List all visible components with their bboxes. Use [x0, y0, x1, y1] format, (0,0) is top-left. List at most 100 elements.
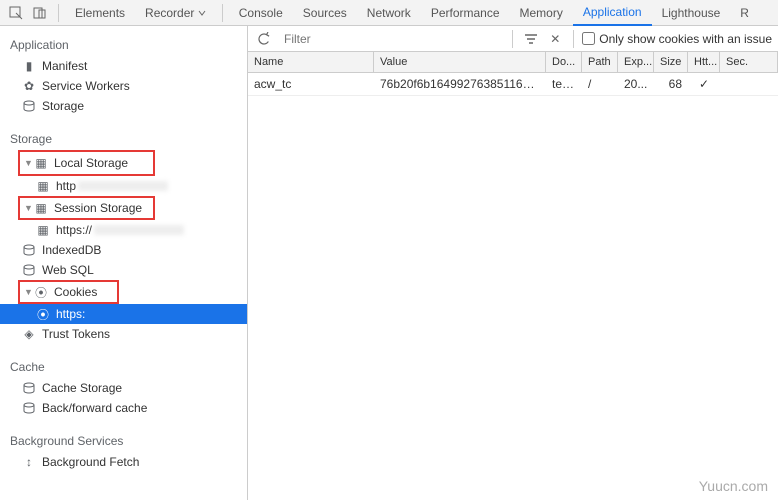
label: http [56, 179, 76, 193]
label: Trust Tokens [42, 327, 110, 341]
gear-icon: ✿ [22, 79, 36, 93]
sidebar-item-trust-tokens[interactable]: ◈ Trust Tokens [0, 324, 247, 344]
cell-value: 76b20f6b16499276385116482... [374, 73, 546, 95]
cookies-toolbar: ✕ Only show cookies with an issue [248, 26, 778, 52]
filter-options-icon[interactable] [521, 29, 541, 49]
inspect-icon[interactable] [8, 5, 24, 21]
tab-overflow[interactable]: R [730, 1, 759, 25]
tab-sources[interactable]: Sources [293, 1, 357, 25]
sidebar-item-local-storage[interactable]: ▼▦ Local Storage [20, 153, 153, 173]
label: Back/forward cache [42, 401, 147, 415]
section-application: Application [0, 32, 247, 56]
cookies-table-header: Name Value Do... Path Exp... Size Htt...… [248, 52, 778, 73]
only-issues-checkbox[interactable]: Only show cookies with an issue [582, 32, 772, 46]
cell-secure [720, 73, 778, 95]
sidebar: Application ▮ Manifest ✿ Service Workers S… [0, 26, 248, 500]
label: IndexedDB [42, 243, 101, 257]
separator [512, 30, 513, 48]
cell-path: / [582, 73, 618, 95]
tab-application[interactable]: Application [573, 0, 652, 26]
grid-icon: ▦ [36, 223, 50, 237]
sidebar-item-indexeddb[interactable]: IndexedDB [0, 240, 247, 260]
separator [58, 4, 59, 22]
device-icon[interactable] [32, 5, 48, 21]
devtools-tabbar: Elements Recorder Console Sources Networ… [0, 0, 778, 26]
sidebar-item-storage[interactable]: Storage [0, 96, 247, 116]
section-background: Background Services [0, 428, 247, 452]
chevron-down-icon: ▼ [24, 203, 32, 213]
storage-icon [22, 263, 36, 277]
th-size[interactable]: Size [654, 52, 688, 72]
main-panel: Application ▮ Manifest ✿ Service Workers S… [0, 26, 778, 500]
storage-icon [22, 99, 36, 113]
sidebar-item-cookies[interactable]: ▼⦿Cookies [20, 282, 117, 302]
label: Service Workers [42, 79, 130, 93]
sidebar-item-cookies-origin[interactable]: ⦿ https: [0, 304, 247, 324]
grid-icon: ▦ [36, 179, 50, 193]
th-path[interactable]: Path [582, 52, 618, 72]
shield-icon: ◈ [22, 327, 36, 341]
cookie-icon: ⦿ [34, 285, 48, 299]
tab-elements[interactable]: Elements [65, 1, 135, 25]
sidebar-item-session-origin[interactable]: ▦ https:// [0, 220, 247, 240]
label: Cache Storage [42, 381, 122, 395]
th-httponly[interactable]: Htt... [688, 52, 720, 72]
sidebar-item-bfcache[interactable]: Back/forward cache [0, 398, 247, 418]
cookie-icon: ⦿ [36, 307, 50, 321]
th-value[interactable]: Value [374, 52, 546, 72]
label: Background Fetch [42, 455, 139, 469]
cookies-table-body: acw_tc 76b20f6b16499276385116482... test… [248, 73, 778, 96]
sidebar-item-manifest[interactable]: ▮ Manifest [0, 56, 247, 76]
separator [573, 30, 574, 48]
clear-icon[interactable]: ✕ [545, 29, 565, 49]
blurred-text [94, 225, 184, 235]
cell-name: acw_tc [248, 73, 374, 95]
sidebar-item-session-storage[interactable]: ▼▦ Session Storage [20, 198, 153, 218]
separator [222, 4, 223, 22]
cell-size: 68 [654, 73, 688, 95]
grid-icon: ▦ [34, 156, 48, 170]
th-name[interactable]: Name [248, 52, 374, 72]
label: Session Storage [54, 201, 142, 215]
tab-lighthouse[interactable]: Lighthouse [652, 1, 731, 25]
sidebar-item-cache-storage[interactable]: Cache Storage [0, 378, 247, 398]
label: Cookies [54, 285, 97, 299]
label: https:// [56, 223, 92, 237]
label: https: [56, 307, 85, 321]
tab-performance[interactable]: Performance [421, 1, 510, 25]
label: Storage [42, 99, 84, 113]
tab-console[interactable]: Console [229, 1, 293, 25]
label: Only show cookies with an issue [599, 32, 772, 46]
blurred-text [78, 181, 168, 191]
tab-recorder[interactable]: Recorder [135, 1, 216, 25]
tab-memory[interactable]: Memory [510, 1, 573, 25]
th-expires[interactable]: Exp... [618, 52, 654, 72]
label: Web SQL [42, 263, 94, 277]
sidebar-item-service-workers[interactable]: ✿ Service Workers [0, 76, 247, 96]
section-cache: Cache [0, 354, 247, 378]
sidebar-item-background-fetch[interactable]: ↕ Background Fetch [0, 452, 247, 472]
sidebar-item-websql[interactable]: Web SQL [0, 260, 247, 280]
refresh-icon[interactable] [254, 29, 274, 49]
table-row[interactable]: acw_tc 76b20f6b16499276385116482... test… [248, 73, 778, 96]
highlight-local-storage: ▼▦ Local Storage [18, 150, 155, 176]
filter-input[interactable] [278, 29, 504, 49]
highlight-cookies: ▼⦿Cookies [18, 280, 119, 304]
highlight-session-storage: ▼▦ Session Storage [18, 196, 155, 220]
file-icon: ▮ [22, 59, 36, 73]
chevron-down-icon: ▼ [24, 158, 32, 168]
storage-icon [22, 381, 36, 395]
section-storage: Storage [0, 126, 247, 150]
label: Local Storage [54, 156, 128, 170]
grid-icon: ▦ [34, 201, 48, 215]
watermark: Yuucn.com [699, 478, 768, 494]
cell-httponly: ✓ [688, 73, 720, 95]
sync-icon: ↕ [22, 455, 36, 469]
sidebar-item-local-origin[interactable]: ▦ http [0, 176, 247, 196]
cell-expires: 20... [618, 73, 654, 95]
tab-network[interactable]: Network [357, 1, 421, 25]
th-secure[interactable]: Sec. [720, 52, 778, 72]
cell-domain: test... [546, 73, 582, 95]
th-domain[interactable]: Do... [546, 52, 582, 72]
label: Manifest [42, 59, 87, 73]
